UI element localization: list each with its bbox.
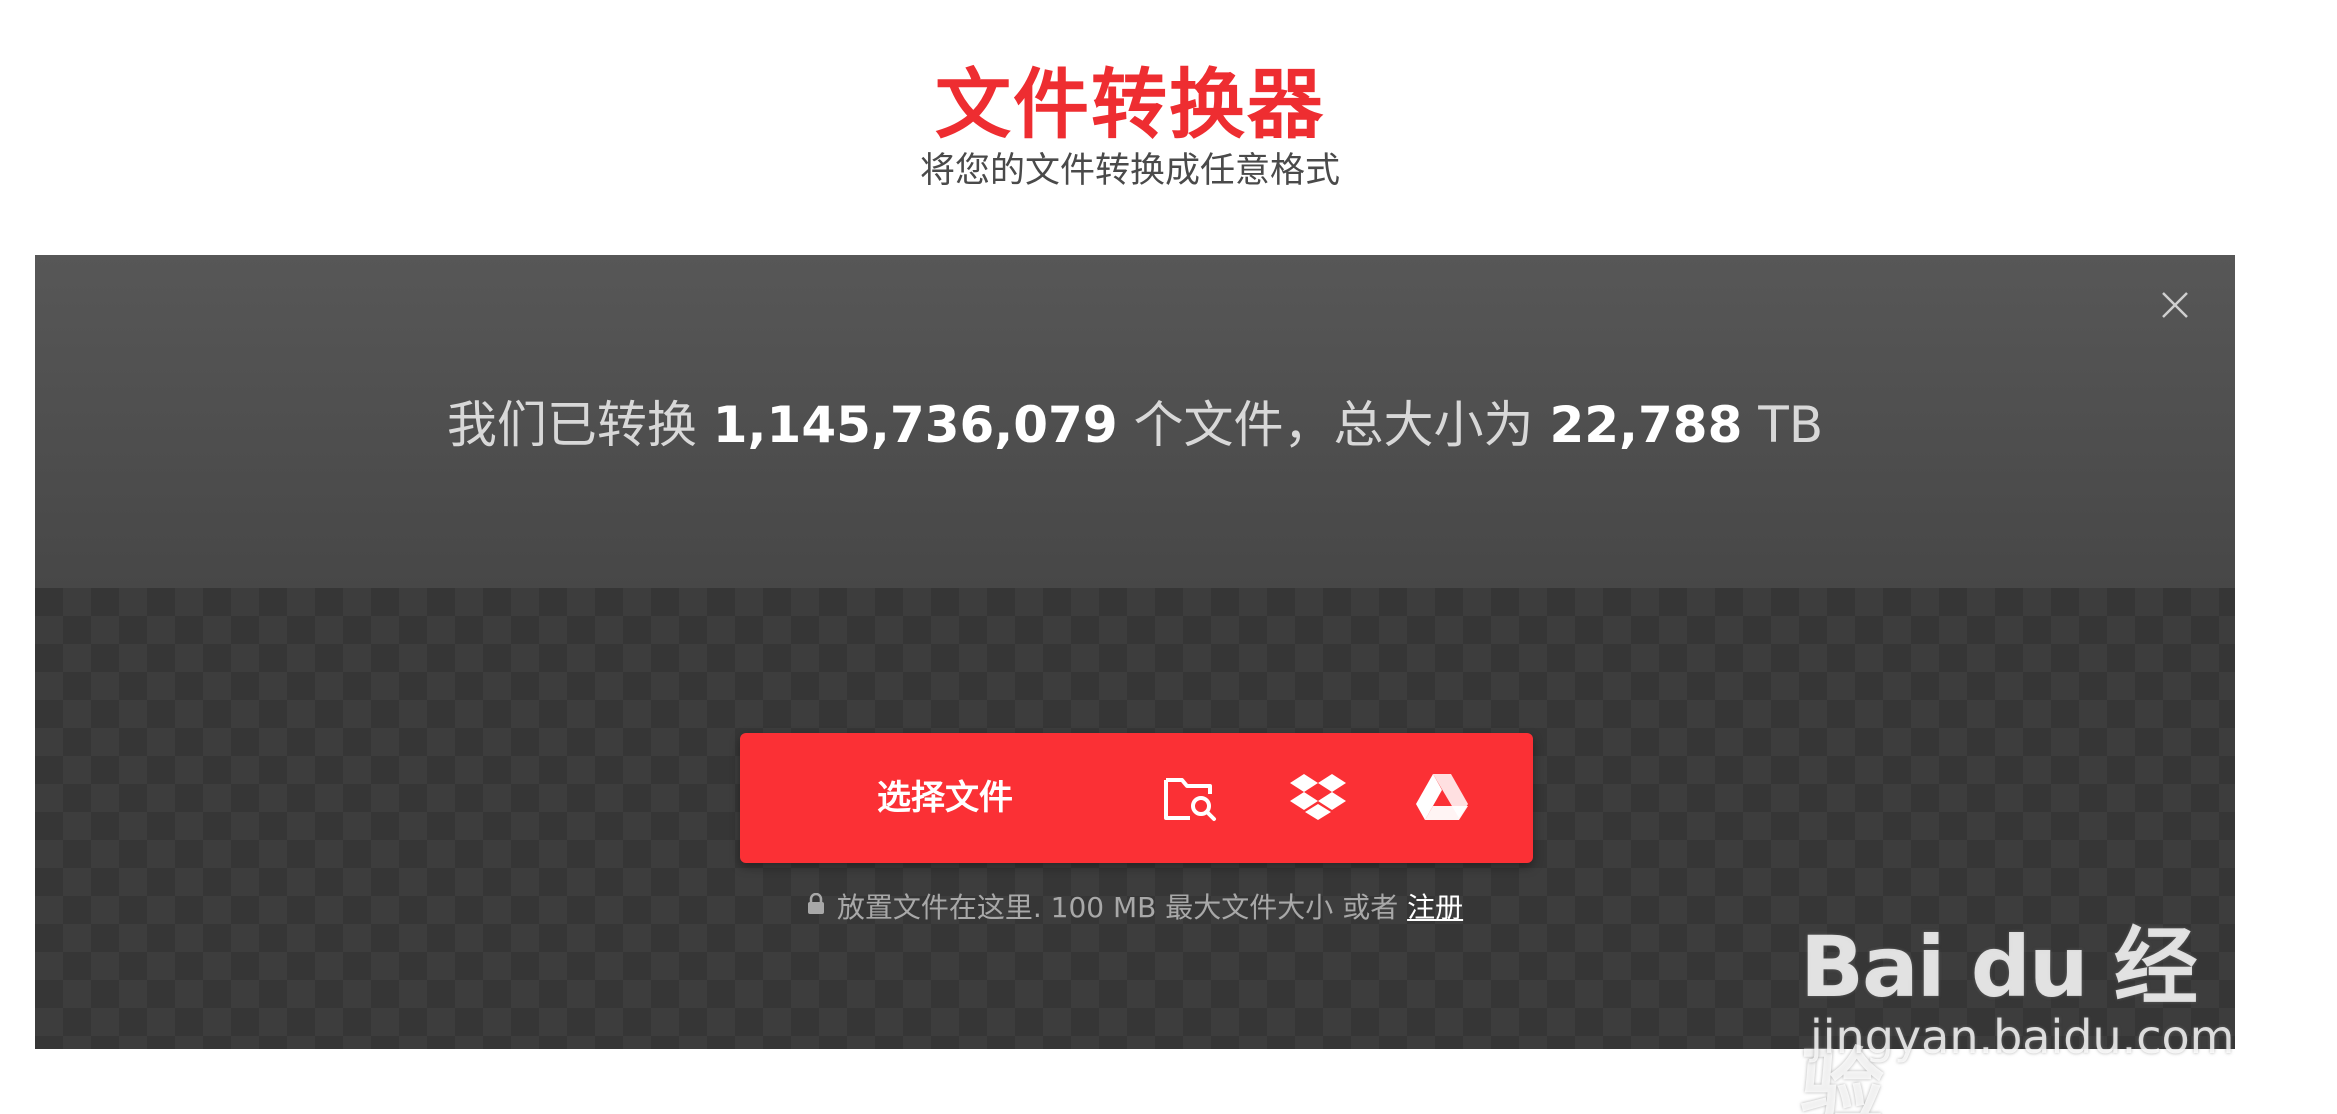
files-count: 1,145,736,079 (712, 396, 1118, 454)
baidu-watermark: Bai du 经验 jingyan.baidu.com (1800, 860, 2240, 1114)
lock-icon (807, 886, 825, 926)
signup-link[interactable]: 注册 (1407, 891, 1463, 924)
dropbox-icon[interactable] (1288, 768, 1348, 828)
stats-middle: 个文件，总大小为 (1117, 396, 1550, 454)
upload-bar: 选择文件 (740, 733, 1533, 863)
stats-prefix: 我们已转换 (446, 396, 713, 454)
folder-search-icon[interactable] (1160, 768, 1220, 828)
close-icon[interactable] (2155, 285, 2195, 325)
page-title: 文件转换器 (935, 60, 1325, 149)
conversion-stats: 我们已转换 1,145,736,079 个文件，总大小为 22,788 TB (35, 385, 2235, 465)
watermark-url: jingyan.baidu.com (1810, 1010, 2235, 1064)
stats-area: 我们已转换 1,145,736,079 个文件，总大小为 22,788 TB (35, 255, 2235, 588)
page-subtitle: 将您的文件转换成任意格式 (919, 151, 1340, 191)
choose-file-button[interactable]: 选择文件 (740, 733, 1150, 863)
google-drive-icon[interactable] (1412, 768, 1472, 828)
watermark-brand: Bai du 经验 (1800, 918, 2198, 1114)
page: 文件转换器 将您的文件转换成任意格式 我们已转换 1,145,736,079 个… (0, 0, 2337, 1114)
total-size: 22,788 (1549, 396, 1743, 454)
size-unit: TB (1742, 396, 1824, 454)
note-text: 放置文件在这里. 100 MB 最大文件大小 或者 (836, 891, 1408, 924)
